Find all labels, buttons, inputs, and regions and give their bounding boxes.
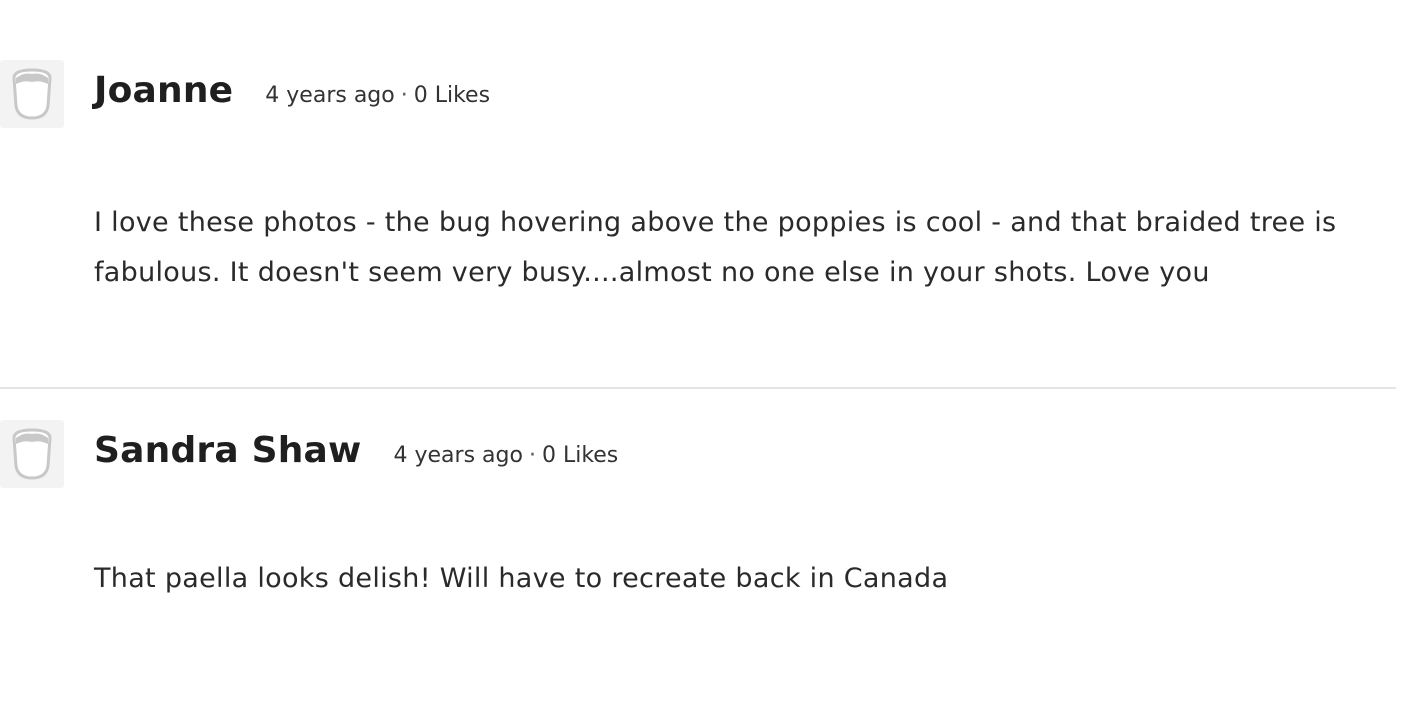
comment-header: Joanne 4 years ago · 0 Likes bbox=[94, 70, 490, 111]
comment-body: That paella looks delish! Will have to r… bbox=[94, 563, 949, 594]
comment-author[interactable]: Sandra Shaw bbox=[94, 430, 362, 471]
comment-meta: 4 years ago · 0 Likes bbox=[265, 83, 490, 108]
comment-header: Sandra Shaw 4 years ago · 0 Likes bbox=[94, 430, 618, 471]
meta-separator: · bbox=[528, 443, 536, 468]
comment-likes[interactable]: 0 Likes bbox=[542, 443, 618, 468]
comment-likes[interactable]: 0 Likes bbox=[414, 83, 490, 108]
comment-divider bbox=[0, 387, 1396, 389]
comment-meta: 4 years ago · 0 Likes bbox=[394, 443, 619, 468]
comment-author[interactable]: Joanne bbox=[94, 70, 233, 111]
comment-time: 4 years ago bbox=[265, 83, 395, 108]
avatar[interactable] bbox=[0, 420, 64, 488]
comment-time: 4 years ago bbox=[393, 443, 523, 468]
avatar[interactable] bbox=[0, 60, 64, 128]
user-placeholder-icon bbox=[12, 428, 52, 480]
comment-body: I love these photos - the bug hovering a… bbox=[94, 207, 1337, 288]
user-placeholder-icon bbox=[12, 68, 52, 120]
meta-separator: · bbox=[400, 83, 408, 108]
